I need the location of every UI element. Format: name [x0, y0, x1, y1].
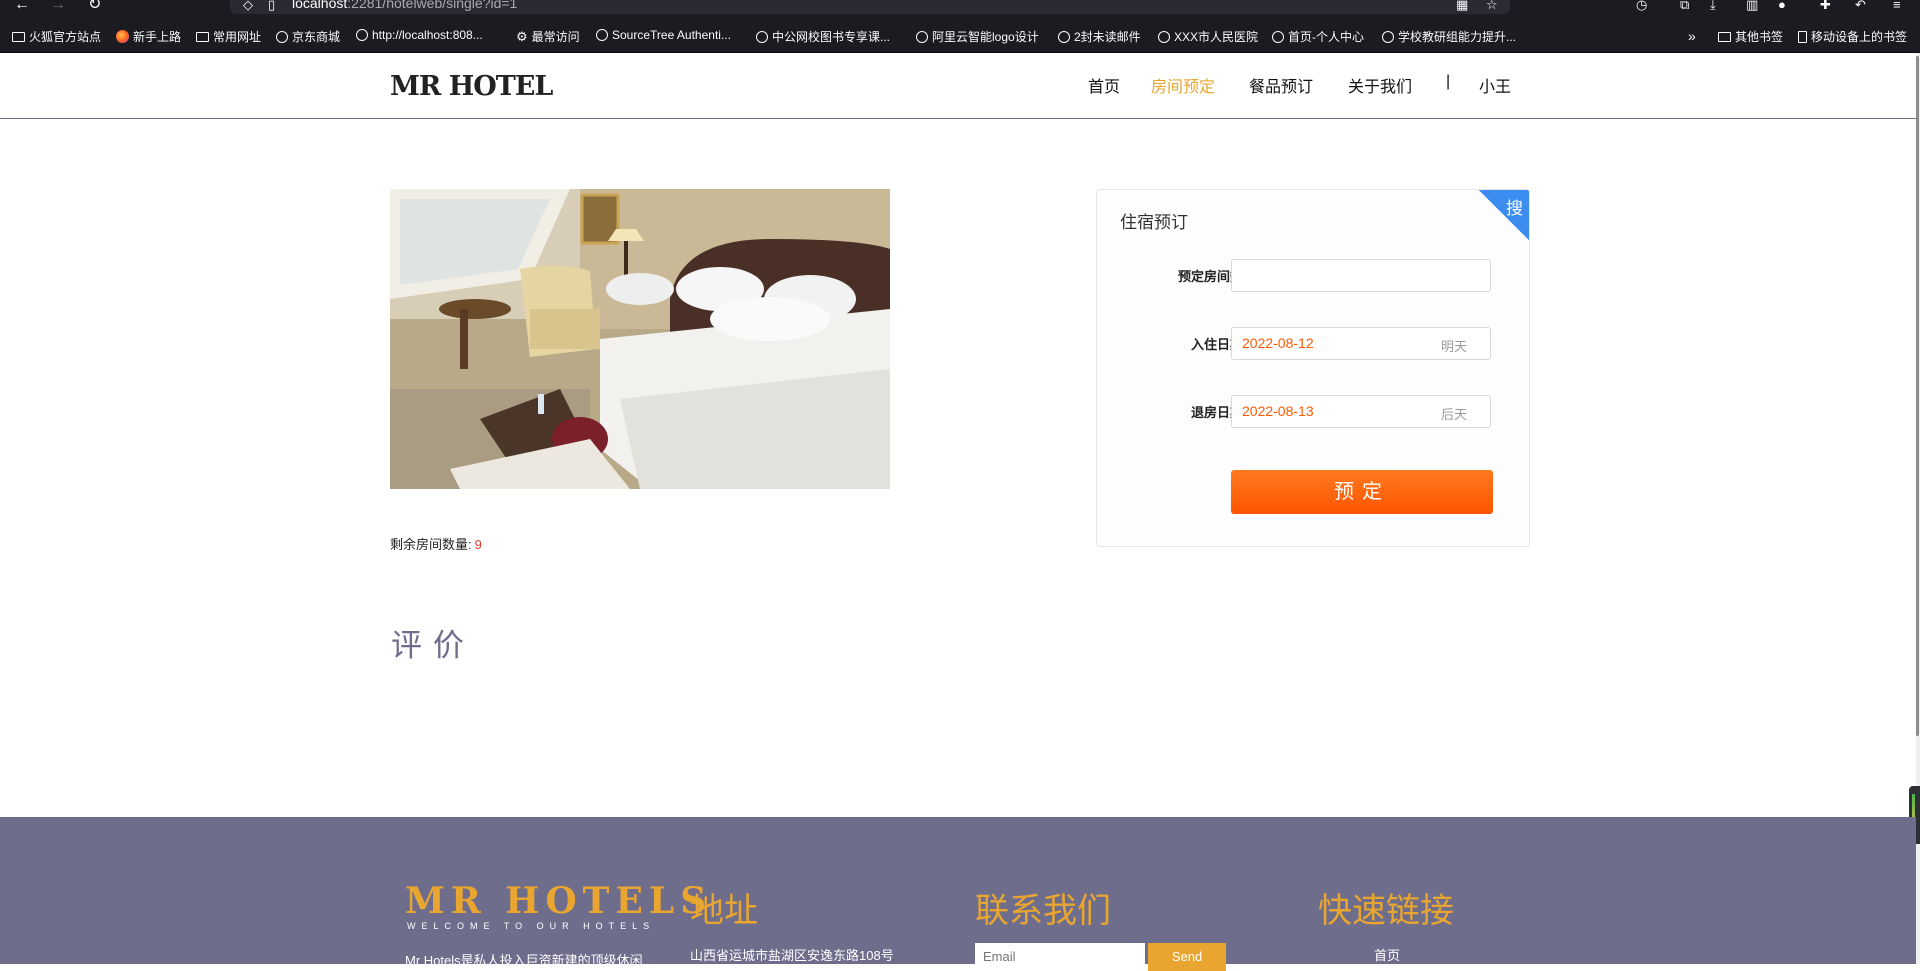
- account-icon[interactable]: ●: [1778, 0, 1786, 12]
- book-button[interactable]: 预定: [1231, 470, 1493, 514]
- nav-home[interactable]: 首页: [1088, 73, 1120, 97]
- bookmark-item[interactable]: 中公网校图书专享课...: [756, 28, 890, 45]
- bookmark-item[interactable]: http://localhost:808...: [356, 28, 483, 42]
- site-logo[interactable]: MR HOTEL: [390, 71, 553, 102]
- rooms-count-input[interactable]: [1231, 259, 1491, 292]
- bookmark-item[interactable]: 常用网址: [196, 28, 261, 45]
- bookmark-folder-mobile[interactable]: 移动设备上的书签: [1798, 28, 1907, 45]
- footer-links-heading: 快速链接: [1318, 892, 1454, 930]
- bookmark-item[interactable]: 2封未读邮件: [1058, 28, 1141, 45]
- url-text[interactable]: localhost:2281/hotelweb/single?id=1: [292, 0, 517, 11]
- folder-icon: [12, 31, 25, 42]
- bookmark-item[interactable]: 新手上路: [116, 28, 181, 45]
- footer-logo-tagline: WELCOME TO OUR HOTELS: [407, 921, 656, 931]
- checkin-day-hint: 明天: [1441, 339, 1468, 354]
- bookmark-item[interactable]: 火狐官方站点: [12, 28, 101, 45]
- checkin-date-label: 入住日期: [1190, 337, 1243, 352]
- footer-logo: MR HOTELS: [405, 880, 713, 922]
- page-icon: ▯: [268, 0, 276, 12]
- rooms-count-label: 预定房间数: [1177, 269, 1243, 284]
- sidebar-icon[interactable]: ▥: [1746, 0, 1758, 13]
- globe-icon: [1272, 30, 1284, 43]
- back-icon[interactable]: ←: [14, 0, 30, 13]
- site-header: MR HOTEL 首页 房间预定 餐品预订 关于我们 | 小王: [0, 53, 1916, 119]
- url-path: :2281/hotelweb/single?id=1: [347, 0, 518, 11]
- nav-about[interactable]: 关于我们: [1348, 73, 1412, 97]
- bookmark-item[interactable]: ⚙ 最常访问: [516, 28, 580, 45]
- shield-icon[interactable]: ◇: [243, 0, 253, 13]
- footer-send-button[interactable]: Send: [1148, 943, 1226, 971]
- undo-icon[interactable]: ↶: [1855, 0, 1866, 13]
- review-section-title: 评价: [391, 628, 475, 664]
- bookmark-folder-other[interactable]: 其他书签: [1718, 28, 1783, 45]
- gear-icon: ⚙: [516, 28, 528, 44]
- reload-icon[interactable]: ↻: [88, 0, 101, 13]
- menu-icon[interactable]: ≡: [1893, 0, 1901, 12]
- footer-link-home[interactable]: 首页: [1374, 945, 1400, 964]
- nav-room-booking[interactable]: 房间预定: [1151, 73, 1215, 97]
- bookmark-item[interactable]: 京东商城: [276, 28, 340, 45]
- footer-email-input[interactable]: [975, 943, 1145, 971]
- mobile-icon: [1798, 30, 1807, 43]
- bookmarks-bar: 火狐官方站点 新手上路 常用网址 京东商城 http://localhost:8…: [0, 14, 1920, 53]
- globe-icon: [1058, 30, 1070, 43]
- folder-icon: [1718, 31, 1731, 42]
- bookmark-item[interactable]: 首页-个人中心: [1272, 28, 1364, 45]
- remaining-rooms-label: 剩余房间数量:: [390, 537, 472, 552]
- nav-meal-booking[interactable]: 餐品预订: [1249, 73, 1313, 97]
- globe-icon: [596, 29, 608, 41]
- remaining-rooms-count: 9: [474, 537, 482, 552]
- library-icon[interactable]: ⧉: [1680, 0, 1689, 13]
- scrollbar-thumb[interactable]: [1916, 56, 1919, 736]
- globe-icon: [276, 30, 288, 43]
- remaining-rooms: 剩余房间数量: 9: [390, 534, 482, 553]
- globe-icon: [1382, 30, 1394, 43]
- bookmark-item[interactable]: 学校教研组能力提升...: [1382, 28, 1516, 45]
- download-icon[interactable]: ⤓: [1710, 0, 1716, 13]
- bookmark-item[interactable]: SourceTree Authenti...: [596, 28, 731, 42]
- extensions-icon[interactable]: ✚: [1820, 0, 1831, 13]
- forward-icon[interactable]: →: [50, 0, 66, 13]
- search-corner-label[interactable]: 搜: [1506, 194, 1523, 219]
- globe-icon: [916, 30, 928, 43]
- checkout-date-label: 退房日期: [1190, 405, 1243, 420]
- room-photo: [390, 189, 890, 489]
- footer-address-text: 山西省运城市盐湖区安逸东路108号: [690, 948, 894, 963]
- browser-toolbar: ← → ↻ ◇ ▯ localhost:2281/hotelweb/single…: [0, 0, 1920, 14]
- booking-title: 住宿预订: [1120, 213, 1188, 232]
- footer-description: Mr Hotels是私人投入巨资新建的顶级休闲: [405, 953, 643, 968]
- qr-code-icon[interactable]: ▦: [1456, 0, 1468, 13]
- nav-user[interactable]: 小王: [1479, 73, 1511, 97]
- more-bookmarks-icon[interactable]: »: [1688, 28, 1696, 44]
- globe-icon: [756, 30, 768, 43]
- footer-contact-heading: 联系我们: [975, 892, 1111, 930]
- globe-icon: [1158, 30, 1170, 43]
- folder-icon: [196, 31, 209, 42]
- star-icon[interactable]: ☆: [1486, 0, 1498, 13]
- firefox-icon: [116, 30, 129, 43]
- footer-address-heading: 地址: [690, 892, 758, 930]
- bookmark-item[interactable]: XXX市人民医院: [1158, 28, 1258, 45]
- checkout-day-hint: 后天: [1441, 407, 1468, 422]
- url-host: localhost: [292, 0, 348, 11]
- nav-separator: |: [1446, 73, 1451, 90]
- globe-icon: [356, 29, 368, 41]
- booking-panel: 住宿预订 搜 预定房间数 入住日期 2022-08-12 明天 退房日期 202…: [1096, 189, 1530, 547]
- bookmark-item[interactable]: 阿里云智能logo设计: [916, 28, 1039, 45]
- site-footer: MR HOTELS WELCOME TO OUR HOTELS Mr Hotel…: [0, 817, 1916, 971]
- history-icon[interactable]: ◷: [1636, 0, 1647, 13]
